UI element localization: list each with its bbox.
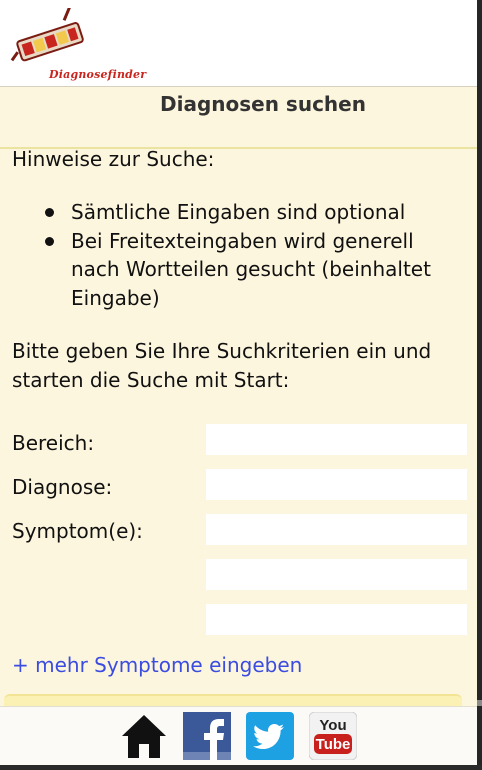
bereich-input[interactable] [206,424,467,455]
list-item: Sämtliche Eingaben sind optional [12,198,462,227]
symptom-input-2[interactable] [206,559,467,590]
twitter-icon[interactable] [246,712,294,760]
window-edge [477,0,482,770]
system-bar [0,765,482,770]
diagnose-input[interactable] [206,469,467,500]
logo-text: Diagnosefinder [49,68,147,81]
bullet-icon [45,208,54,217]
hint-text: Sämtliche Eingaben sind optional [71,200,406,224]
bullet-icon [45,236,54,246]
more-symptoms-link[interactable]: + mehr Symptome eingeben [12,653,302,677]
page-title: Diagnosen suchen [160,92,366,116]
youtube-icon[interactable]: You Tube [308,711,358,761]
hints-heading: Hinweise zur Suche: [12,147,215,171]
bereich-label: Bereich: [12,431,95,455]
symptom-input-3[interactable] [206,604,467,635]
symptom-input-1[interactable] [206,514,467,545]
diagnosefinder-logo[interactable]: Diagnosefinder [10,0,150,81]
list-item: Bei Freitexteingaben wird generell nach … [12,227,462,313]
hints-list: Sämtliche Eingaben sind optional Bei Fre… [12,198,462,312]
home-icon[interactable] [120,712,168,760]
youtube-you-text: You [319,717,346,734]
diagnose-label: Diagnose: [12,475,113,499]
youtube-tube-text: Tube [316,736,351,753]
instructions-text: Bitte geben Sie Ihre Suchkriterien ein u… [12,339,432,392]
scrollbar-thumb[interactable] [477,700,482,706]
facebook-icon[interactable] [183,712,231,760]
app-header: Diagnosefinder [0,0,477,87]
hint-text: Bei Freitexteingaben wird generell nach … [71,228,431,310]
app-screen: Diagnosefinder Diagnosen suchen Hinweise… [0,0,477,765]
symptom-label: Symptom(e): [12,519,143,543]
footer-bar [0,706,477,765]
